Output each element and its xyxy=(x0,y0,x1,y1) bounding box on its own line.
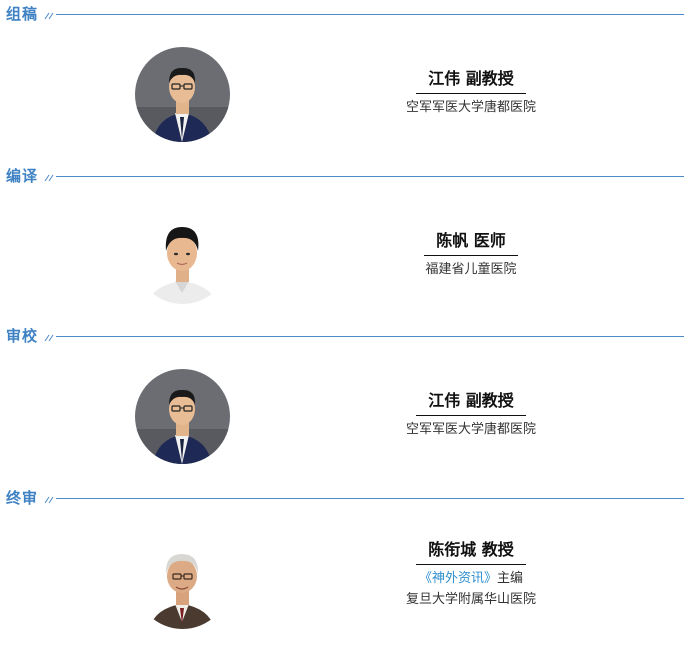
person-name: 陈帆 医师 xyxy=(424,230,518,256)
section-title: 编译 xyxy=(6,167,39,185)
section-title: 审校 xyxy=(6,327,39,345)
person-name: 江伟 副教授 xyxy=(416,68,526,94)
journal-title: 《神外资讯》 xyxy=(418,571,497,586)
divider-line xyxy=(56,14,684,15)
section-organizer: 组稿 江伟 副教授 空军军医大学唐都医院 xyxy=(0,0,692,161)
section-title: 终审 xyxy=(6,489,39,507)
person-info: 江伟 副教授 空军军医大学唐都医院 xyxy=(376,390,566,439)
double-slash-icon xyxy=(44,496,54,504)
double-slash-icon xyxy=(44,334,54,342)
double-slash-icon xyxy=(44,12,54,20)
male-portrait-icon xyxy=(135,534,230,629)
section-header: 终审 xyxy=(0,484,692,510)
divider-line xyxy=(56,176,684,177)
avatar xyxy=(135,209,230,304)
avatar xyxy=(135,47,230,142)
person-role: 《神外资讯》主编 xyxy=(376,570,566,588)
avatar xyxy=(135,534,230,629)
section-final-review: 终审 陈衔城 教授 《神外资讯》主编 复旦大学附属华山医院 xyxy=(0,484,692,645)
section-header: 编译 xyxy=(0,162,692,188)
person-affiliation: 空军军医大学唐都医院 xyxy=(405,422,536,437)
section-translator: 编译 陈帆 医师 福建省儿童医院 xyxy=(0,162,692,323)
section-header: 审校 xyxy=(0,322,692,348)
section-reviewer: 审校 江伟 副教授 空军军医大学唐都医院 xyxy=(0,322,692,483)
divider-line xyxy=(56,336,684,337)
person-affiliation: 福建省儿童医院 xyxy=(425,262,517,277)
person-info: 江伟 副教授 空军军医大学唐都医院 xyxy=(376,68,566,117)
person-info: 陈帆 医师 福建省儿童医院 xyxy=(376,230,566,279)
male-portrait-icon xyxy=(135,369,230,464)
person-name: 陈衔城 教授 xyxy=(416,539,526,565)
avatar xyxy=(135,369,230,464)
divider-line xyxy=(56,498,684,499)
person-affiliation: 空军军医大学唐都医院 xyxy=(405,100,536,115)
male-portrait-icon xyxy=(135,209,230,304)
section-header: 组稿 xyxy=(0,0,692,26)
person-info: 陈衔城 教授 《神外资讯》主编 复旦大学附属华山医院 xyxy=(376,539,566,609)
person-name: 江伟 副教授 xyxy=(416,390,526,416)
person-affiliation: 复旦大学附属华山医院 xyxy=(405,592,536,607)
male-portrait-icon xyxy=(135,47,230,142)
role-suffix: 主编 xyxy=(497,571,524,586)
section-title: 组稿 xyxy=(6,5,39,23)
double-slash-icon xyxy=(44,174,54,182)
